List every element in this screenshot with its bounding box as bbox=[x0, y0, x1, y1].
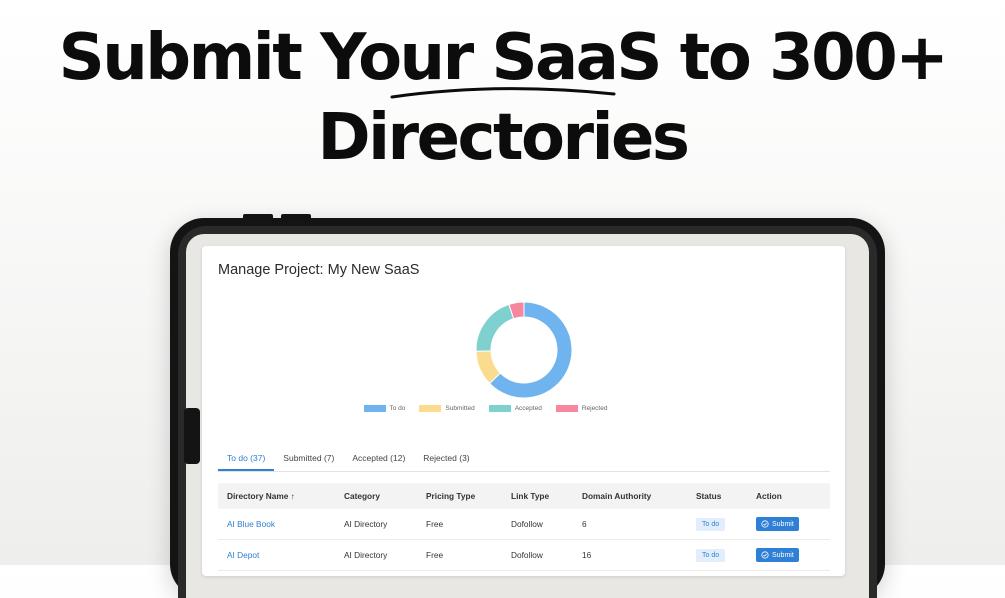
domain-authority-cell: 6 bbox=[582, 519, 587, 529]
legend-label: Rejected bbox=[581, 405, 608, 412]
status-tabs: To do (37) Submitted (7) Accepted (12) R… bbox=[218, 447, 830, 472]
dashboard-screen: Manage Project: My New SaaS To do Submitt… bbox=[202, 246, 845, 576]
tab-label: Submitted bbox=[283, 453, 322, 463]
tab-count: (12) bbox=[390, 453, 406, 463]
header-pricing-type[interactable]: Pricing Type bbox=[426, 491, 511, 501]
tab-rejected[interactable]: Rejected (3) bbox=[414, 447, 478, 471]
pricing-cell: Free bbox=[426, 519, 444, 529]
submit-button[interactable]: Submit bbox=[756, 548, 799, 562]
legend-swatch bbox=[555, 405, 578, 412]
table-row: AI Depot AI Directory Free Dofollow 16 T… bbox=[218, 540, 830, 571]
directory-link[interactable]: AI Depot bbox=[227, 550, 259, 560]
submit-label: Submit bbox=[772, 520, 794, 528]
headline-line-2: Directories bbox=[317, 101, 690, 175]
pricing-cell: Free bbox=[426, 550, 444, 560]
table-header: Directory Name ↑ Category Pricing Type L… bbox=[218, 483, 830, 509]
legend-item-accepted[interactable]: Accepted bbox=[488, 405, 542, 412]
header-directory-name[interactable]: Directory Name ↑ bbox=[218, 491, 344, 501]
header-action: Action bbox=[756, 491, 782, 501]
status-donut-chart bbox=[475, 301, 573, 399]
legend-item-rejected[interactable]: Rejected bbox=[555, 405, 608, 412]
tab-label: Accepted bbox=[352, 453, 388, 463]
legend-item-to-do[interactable]: To do bbox=[363, 405, 406, 412]
project-title: Manage Project: My New SaaS bbox=[218, 262, 420, 278]
check-circle-icon bbox=[761, 551, 769, 559]
check-circle-icon bbox=[761, 520, 769, 528]
tab-label: Rejected bbox=[423, 453, 457, 463]
header-link-type[interactable]: Link Type bbox=[511, 491, 582, 501]
submit-label: Submit bbox=[772, 551, 794, 559]
legend-item-submitted[interactable]: Submitted bbox=[419, 405, 475, 412]
legend-swatch bbox=[488, 405, 511, 412]
submit-button[interactable]: Submit bbox=[756, 517, 799, 531]
domain-authority-cell: 16 bbox=[582, 550, 592, 560]
donut-slice-accepted bbox=[475, 303, 515, 352]
legend-label: Accepted bbox=[514, 405, 542, 412]
tab-to-do[interactable]: To do (37) bbox=[218, 447, 275, 471]
directories-table: Directory Name ↑ Category Pricing Type L… bbox=[218, 483, 830, 571]
header-status[interactable]: Status bbox=[696, 491, 756, 501]
tab-label: To do bbox=[227, 453, 248, 463]
legend-swatch bbox=[363, 405, 386, 412]
header-domain-authority[interactable]: Domain Authority bbox=[582, 491, 696, 501]
link-type-cell: Dofollow bbox=[511, 550, 543, 560]
category-cell: AI Directory bbox=[344, 519, 388, 529]
tab-count: (7) bbox=[323, 453, 335, 463]
tab-accepted[interactable]: Accepted (12) bbox=[343, 447, 414, 471]
tablet-side-button bbox=[184, 408, 200, 464]
tab-count: (37) bbox=[250, 453, 266, 463]
chart-legend: To do Submitted Accepted Rejected bbox=[164, 405, 807, 412]
tab-count: (3) bbox=[459, 453, 470, 463]
directory-link[interactable]: AI Blue Book bbox=[227, 519, 275, 529]
underline-swoosh bbox=[390, 87, 616, 99]
category-cell: AI Directory bbox=[344, 550, 388, 560]
link-type-cell: Dofollow bbox=[511, 519, 543, 529]
header-category[interactable]: Category bbox=[344, 491, 426, 501]
tab-submitted[interactable]: Submitted (7) bbox=[274, 447, 343, 471]
legend-label: Submitted bbox=[445, 405, 475, 412]
legend-label: To do bbox=[389, 405, 406, 412]
legend-swatch bbox=[419, 405, 442, 412]
table-row: AI Blue Book AI Directory Free Dofollow … bbox=[218, 509, 830, 540]
status-badge: To do bbox=[696, 548, 726, 562]
status-badge: To do bbox=[696, 517, 726, 531]
